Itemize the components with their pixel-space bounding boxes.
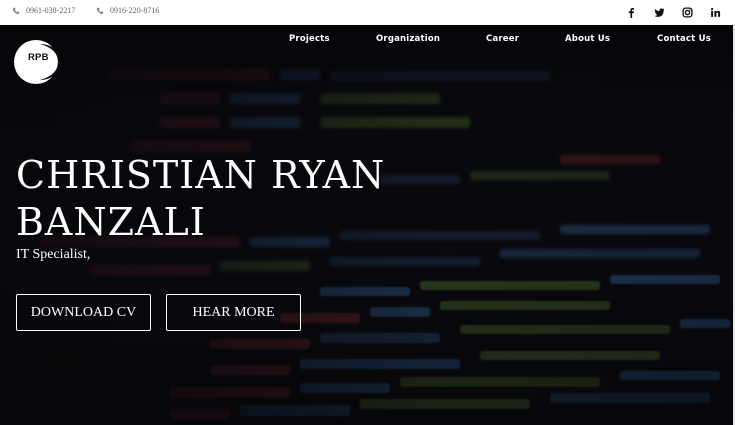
instagram-icon[interactable] bbox=[673, 4, 701, 20]
hero-name-heading: CHRISTIAN RYAN BANZALI bbox=[16, 153, 386, 244]
social-links bbox=[617, 4, 729, 20]
phone-number-1: 0961-038-2217 bbox=[26, 6, 76, 15]
logo-text: RPB bbox=[28, 52, 49, 63]
hear-more-button[interactable]: HEAR MORE bbox=[166, 294, 301, 331]
phone-contact-2[interactable]: 0916-220-8716 bbox=[96, 6, 159, 15]
download-cv-button[interactable]: DOWNLOAD CV bbox=[16, 294, 151, 331]
facebook-icon[interactable] bbox=[617, 4, 645, 20]
twitter-icon[interactable] bbox=[645, 4, 673, 20]
nav-organization[interactable]: Organization bbox=[376, 34, 440, 44]
phone-contact-1[interactable]: 0961-038-2217 bbox=[12, 6, 75, 15]
nav-projects[interactable]: Projects bbox=[289, 34, 330, 44]
linkedin-icon[interactable] bbox=[701, 4, 729, 20]
phone-icon bbox=[12, 7, 20, 14]
nav-contact-us[interactable]: Contact Us bbox=[657, 34, 711, 44]
hero-section: RPB Projects Organization Career About U… bbox=[0, 25, 735, 425]
nav-career[interactable]: Career bbox=[486, 34, 519, 44]
nav-about-us[interactable]: About Us bbox=[565, 34, 610, 44]
hero-role-text: IT Specialist, bbox=[16, 247, 91, 262]
top-contact-bar: 0961-038-2217 0916-220-8716 bbox=[0, 0, 735, 25]
main-navigation: Projects Organization Career About Us Co… bbox=[0, 34, 735, 48]
phone-number-2: 0916-220-8716 bbox=[110, 6, 160, 15]
phone-icon bbox=[96, 7, 104, 14]
